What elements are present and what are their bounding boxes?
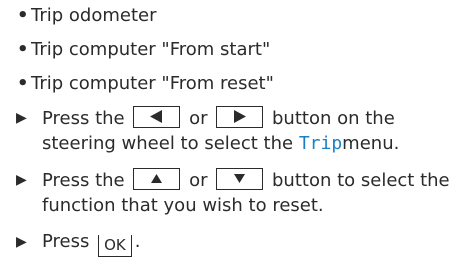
step-three-line: Press OK.: [42, 230, 141, 257]
step-one-line-two: steering wheel to select the Tripmenu.: [42, 132, 399, 156]
step-text: function that you wish to reset.: [42, 195, 324, 216]
step-two-line-one: Press the or button to select the: [42, 168, 450, 192]
arrow-left-button[interactable]: [133, 106, 181, 128]
arrow-left-icon: [150, 110, 163, 123]
bullet-dot: •: [17, 5, 29, 26]
bullet-text: Trip computer "From reset": [31, 73, 274, 94]
arrow-up-icon: [151, 174, 163, 183]
arrow-down-icon: [234, 174, 246, 183]
arrow-right-icon: [234, 110, 247, 123]
triangle-right-icon: ▶: [16, 234, 27, 250]
step-two-line-two: function that you wish to reset.: [42, 194, 324, 218]
bullet-text: Trip odometer: [31, 5, 157, 26]
step-text: Press the: [42, 170, 125, 191]
menu-name-trip: Trip: [298, 133, 343, 154]
bullet-item-trip-odometer: • Trip odometer: [17, 4, 157, 28]
step-text: steering wheel to select the: [42, 133, 294, 154]
ok-button[interactable]: OK: [98, 235, 132, 257]
step-text: Press the: [42, 108, 125, 129]
arrow-down-button[interactable]: [216, 168, 264, 190]
step-text: Press: [42, 231, 90, 252]
step-text: or: [189, 108, 208, 129]
step-text: .: [134, 231, 141, 252]
bullet-item-from-reset: • Trip computer "From reset": [17, 72, 274, 96]
arrow-right-button[interactable]: [216, 106, 264, 128]
step-text: or: [189, 170, 208, 191]
triangle-right-icon: ▶: [16, 172, 27, 188]
triangle-right-icon: ▶: [16, 110, 27, 126]
step-one-line-one: Press the or button on the: [42, 106, 395, 130]
arrow-up-button[interactable]: [133, 168, 181, 190]
step-text: button on the: [272, 108, 395, 129]
bullet-dot: •: [17, 73, 29, 94]
step-text: menu.: [342, 133, 400, 154]
bullet-item-from-start: • Trip computer "From start": [17, 38, 270, 62]
bullet-text: Trip computer "From start": [31, 39, 271, 60]
bullet-dot: •: [17, 39, 29, 60]
step-text: button to select the: [272, 170, 450, 191]
